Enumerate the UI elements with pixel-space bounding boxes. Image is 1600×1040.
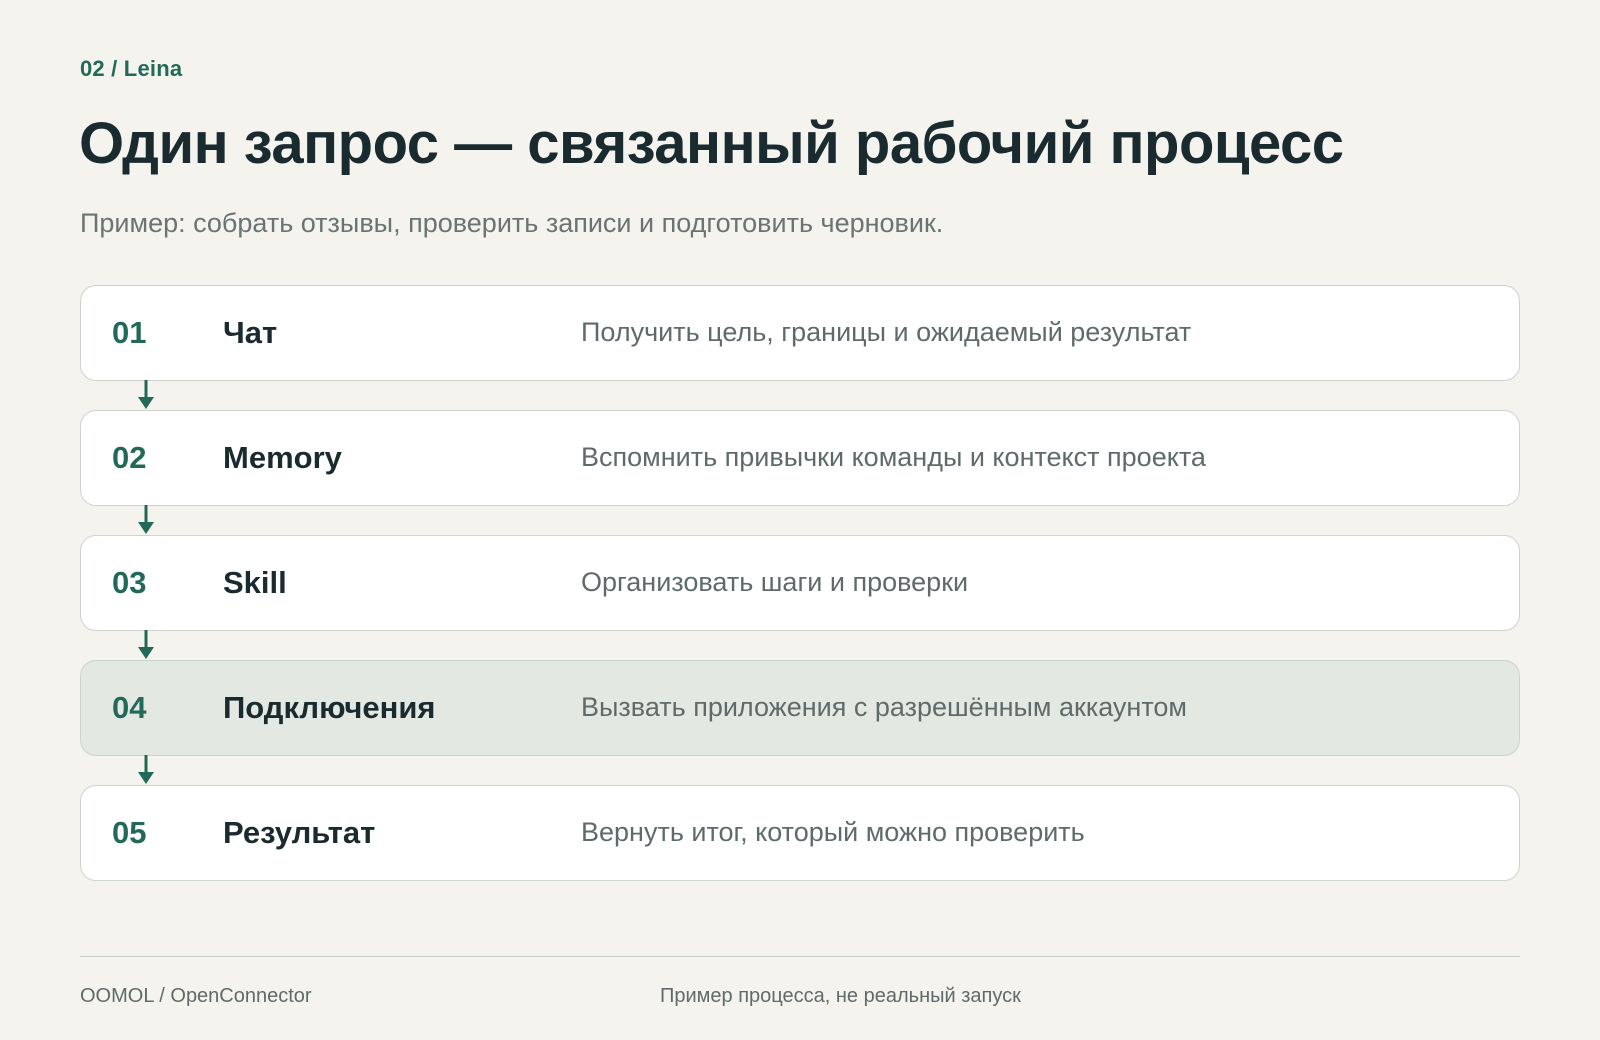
page-subtitle: Пример: собрать отзывы, проверить записи… xyxy=(80,208,944,238)
arrow-down-icon xyxy=(138,755,154,784)
step-name: Skill xyxy=(223,565,287,600)
arrow-down-icon xyxy=(138,505,154,534)
arrow-down-icon xyxy=(138,630,154,659)
step-name: Чат xyxy=(223,315,278,350)
step-number: 05 xyxy=(112,815,147,850)
step-description: Вызвать приложения с разрешённым аккаунт… xyxy=(581,692,1187,722)
workflow-steps: 01 Чат Получить цель, границы и ожидаемы… xyxy=(80,285,1520,881)
step-name: Подключения xyxy=(223,690,436,725)
step-description: Вспомнить привычки команды и контекст пр… xyxy=(581,442,1206,472)
footer-note: Пример процесса, не реальный запуск xyxy=(660,985,1021,1007)
page-title: Один запрос — связанный рабочий процесс xyxy=(79,111,1344,176)
step-connections: 04 Подключения Вызвать приложения с разр… xyxy=(80,660,1520,784)
step-result: 05 Результат Вернуть итог, который можно… xyxy=(80,785,1520,881)
step-description: Получить цель, границы и ожидаемый резул… xyxy=(581,317,1192,347)
arrow-down-icon xyxy=(138,380,154,409)
step-skill: 03 Skill Организовать шаги и проверки xyxy=(80,535,1520,659)
step-number: 01 xyxy=(112,315,147,350)
step-name: Результат xyxy=(223,815,376,850)
step-chat: 01 Чат Получить цель, границы и ожидаемы… xyxy=(80,285,1520,409)
section-eyebrow: 02 / Leina xyxy=(80,56,183,81)
footer-brand: OOMOL / OpenConnector xyxy=(80,985,312,1007)
step-name: Memory xyxy=(223,440,342,475)
step-number: 04 xyxy=(112,690,147,725)
step-description: Вернуть итог, который можно проверить xyxy=(581,817,1085,847)
step-memory: 02 Memory Вспомнить привычки команды и к… xyxy=(80,410,1520,534)
footer-divider xyxy=(80,956,1520,957)
step-number: 02 xyxy=(112,440,147,475)
step-number: 03 xyxy=(112,565,147,600)
step-description: Организовать шаги и проверки xyxy=(581,567,969,597)
